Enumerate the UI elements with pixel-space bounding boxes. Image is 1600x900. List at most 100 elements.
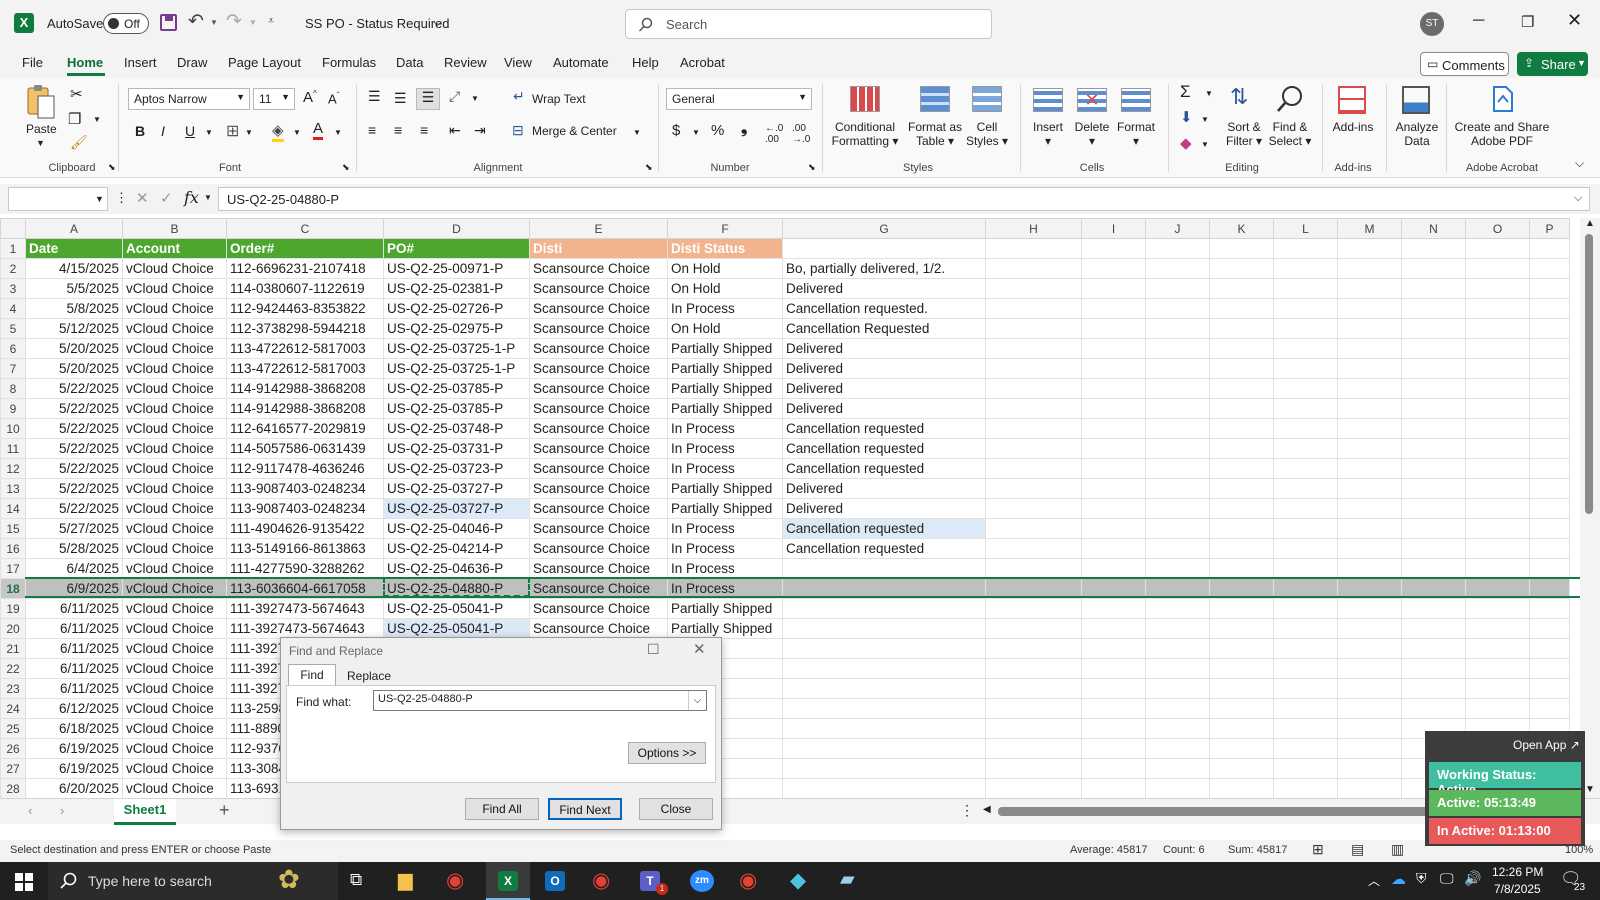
cell[interactable] <box>1081 398 1146 419</box>
clock-time[interactable]: 12:26 PM <box>1492 865 1543 879</box>
cell[interactable] <box>985 618 1082 639</box>
minimize-icon[interactable]: ─ <box>1473 12 1484 30</box>
cell[interactable]: vCloud Choice <box>122 638 227 659</box>
cell[interactable]: vCloud Choice <box>122 518 227 539</box>
cell[interactable] <box>1145 358 1210 379</box>
borders-dropdown-icon[interactable]: ▼ <box>245 128 253 137</box>
cell[interactable] <box>1337 238 1402 259</box>
cell[interactable] <box>1401 518 1466 539</box>
cell[interactable] <box>1145 238 1210 259</box>
row-header[interactable]: 2 <box>0 258 26 279</box>
cell[interactable] <box>1337 358 1402 379</box>
open-app-link[interactable]: Open App ↗ <box>1513 738 1580 752</box>
cell[interactable] <box>1401 398 1466 419</box>
cell[interactable]: Partially Shipped <box>667 338 783 359</box>
scroll-thumb[interactable] <box>1585 234 1593 514</box>
cell[interactable]: 6/11/2025 <box>25 598 123 619</box>
cell[interactable] <box>985 438 1082 459</box>
cell[interactable]: 113-5149166-8613863 <box>226 538 384 559</box>
column-header[interactable]: G <box>782 218 986 239</box>
cell[interactable]: 5/22/2025 <box>25 458 123 479</box>
cell[interactable] <box>1209 538 1274 559</box>
vertical-scrollbar[interactable]: ▲ ▼ <box>1580 218 1600 798</box>
cell[interactable]: US-Q2-25-05041-P <box>383 598 530 619</box>
row-header[interactable]: 26 <box>0 738 26 759</box>
cell[interactable]: In Process <box>667 298 783 319</box>
tab-replace[interactable]: Replace <box>339 666 399 686</box>
row-header[interactable]: 12 <box>0 458 26 479</box>
cell[interactable] <box>1273 758 1338 779</box>
cell[interactable] <box>1529 238 1570 259</box>
cell[interactable] <box>1081 518 1146 539</box>
row-header[interactable]: 28 <box>0 778 26 798</box>
cell[interactable]: vCloud Choice <box>122 658 227 679</box>
cell[interactable] <box>1273 518 1338 539</box>
row-header[interactable]: 13 <box>0 478 26 499</box>
cell[interactable] <box>1209 518 1274 539</box>
cell[interactable]: 112-3738298-5944218 <box>226 318 384 339</box>
cell[interactable] <box>1465 458 1530 479</box>
cell[interactable] <box>1273 738 1338 759</box>
insert-function-icon[interactable]: fx <box>184 188 199 207</box>
paste-label[interactable]: Paste <box>26 122 57 136</box>
cell[interactable]: In Process <box>667 518 783 539</box>
column-header[interactable]: B <box>122 218 227 239</box>
cell[interactable] <box>1273 338 1338 359</box>
row-header[interactable]: 24 <box>0 698 26 719</box>
cell[interactable]: vCloud Choice <box>122 258 227 279</box>
autosum-icon[interactable]: Σ <box>1180 82 1191 102</box>
currency-dropdown-icon[interactable]: ▼ <box>692 128 700 137</box>
cell[interactable]: Scansource Choice <box>529 278 668 299</box>
close-window-icon[interactable]: ✕ <box>1567 10 1582 31</box>
cell[interactable] <box>782 558 986 579</box>
cell[interactable] <box>985 298 1082 319</box>
align-top-icon[interactable]: ☰ <box>368 88 381 105</box>
cell[interactable] <box>985 338 1082 359</box>
cell[interactable]: 6/11/2025 <box>25 658 123 679</box>
increase-indent-icon[interactable]: ⇥ <box>474 122 486 139</box>
cell[interactable] <box>1337 718 1402 739</box>
cell[interactable] <box>1529 438 1570 459</box>
cell[interactable]: 5/22/2025 <box>25 418 123 439</box>
cell[interactable] <box>1209 678 1274 699</box>
cell[interactable] <box>1337 698 1402 719</box>
row-header[interactable]: 16 <box>0 538 26 559</box>
cell[interactable] <box>1081 598 1146 619</box>
find-select-icon[interactable] <box>1275 84 1305 114</box>
cell[interactable] <box>1081 718 1146 739</box>
underline-dropdown-icon[interactable]: ▼ <box>205 128 213 137</box>
cell[interactable] <box>1081 378 1146 399</box>
redo-icon[interactable]: ↷ <box>226 10 242 33</box>
cell[interactable] <box>1209 438 1274 459</box>
cell[interactable]: 5/22/2025 <box>25 498 123 519</box>
cell[interactable] <box>1465 498 1530 519</box>
cell[interactable]: In Process <box>667 538 783 559</box>
tab-automate[interactable]: Automate <box>553 55 609 70</box>
cell[interactable] <box>1273 718 1338 739</box>
cell[interactable]: 6/11/2025 <box>25 678 123 699</box>
tab-acrobat[interactable]: Acrobat <box>680 55 725 70</box>
column-header[interactable]: E <box>529 218 668 239</box>
cell[interactable] <box>1209 558 1274 579</box>
row-header[interactable]: 5 <box>0 318 26 339</box>
wrap-text-label[interactable]: Wrap Text <box>532 92 586 106</box>
chrome-profile-icon[interactable]: ◉ <box>592 868 610 893</box>
decrease-decimal-icon[interactable]: .00 →.0 <box>792 123 810 145</box>
cell[interactable] <box>1145 758 1210 779</box>
cell[interactable]: Partially Shipped <box>667 618 783 639</box>
cell[interactable]: On Hold <box>667 318 783 339</box>
tab-view[interactable]: View <box>504 55 532 70</box>
cell[interactable]: 6/11/2025 <box>25 618 123 639</box>
page-layout-view-icon[interactable]: ▤ <box>1351 841 1364 858</box>
cell[interactable]: Scansource Choice <box>529 518 668 539</box>
cell[interactable] <box>1081 278 1146 299</box>
cell[interactable] <box>1529 698 1570 719</box>
cell[interactable] <box>1145 378 1210 399</box>
cell[interactable]: 6/18/2025 <box>25 718 123 739</box>
cell[interactable] <box>985 678 1082 699</box>
cell[interactable] <box>985 358 1082 379</box>
cell[interactable] <box>1209 478 1274 499</box>
cell[interactable]: 6/12/2025 <box>25 698 123 719</box>
save-icon[interactable] <box>160 14 177 31</box>
font-color-dropdown-icon[interactable]: ▼ <box>334 128 342 137</box>
